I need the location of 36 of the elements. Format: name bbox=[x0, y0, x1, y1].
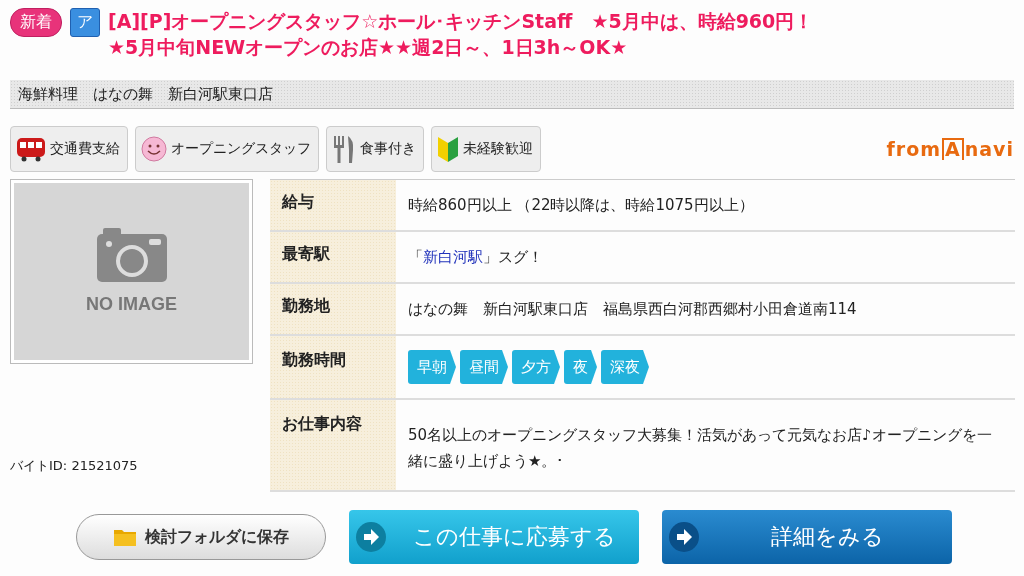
detail-label: 勤務時間 bbox=[270, 336, 396, 398]
logo: from A navi bbox=[886, 137, 1014, 160]
station-link[interactable]: 新白河駅 bbox=[423, 248, 483, 266]
job-id: バイトID: 21521075 bbox=[10, 457, 139, 475]
shift-tag: 早朝 bbox=[408, 350, 456, 384]
save-to-folder-button[interactable]: 検討フォルダに保存 bbox=[76, 514, 326, 560]
new-badge: 新着 bbox=[10, 8, 62, 37]
detail-label: 最寄駅 bbox=[270, 232, 396, 282]
folder-icon bbox=[113, 527, 137, 547]
tag-label: 食事付き bbox=[360, 139, 416, 158]
detail-label: お仕事内容 bbox=[270, 400, 396, 490]
type-badge: ア bbox=[70, 8, 100, 37]
job-title[interactable]: ★5月中旬NEWオープンのお店★★週2日～、1日3h～OK★ bbox=[108, 34, 814, 60]
shift-tag: 夕方 bbox=[512, 350, 560, 384]
detail-value: はなの舞 新白河駅東口店 福島県西白河郡西郷村小田倉道南114 bbox=[408, 299, 857, 320]
smiley-icon bbox=[141, 135, 167, 162]
detail-label: 給与 bbox=[270, 180, 396, 230]
shop-name: 海鮮料理 はなの舞 新白河駅東口店 bbox=[10, 80, 1014, 109]
tag-label: 未経験歓迎 bbox=[463, 139, 533, 158]
tag-label: オープニングスタッフ bbox=[171, 139, 311, 158]
shift-tag: 夜 bbox=[564, 350, 597, 384]
detail-value: 「新白河駅」スグ！ bbox=[408, 247, 543, 268]
job-title[interactable]: [A][P]オープニングスタッフ☆ホール･キッチンStaff ★5月中は、時給960円！ bbox=[108, 8, 814, 34]
shift-tag: 深夜 bbox=[601, 350, 649, 384]
detail-value: 時給860円以上 （22時以降は、時給1075円以上） bbox=[408, 195, 754, 216]
beginner-mark-icon bbox=[437, 134, 459, 163]
camera-icon bbox=[96, 228, 167, 282]
details-button[interactable]: 詳細をみる bbox=[662, 510, 952, 564]
detail-value: 50名以上のオープニングスタッフ大募集！活気があって元気なお店♪オープニングを一緒に盛り上げよう★。･ bbox=[408, 425, 993, 472]
no-image-label: NO IMAGE bbox=[86, 294, 177, 315]
detail-label: 勤務地 bbox=[270, 284, 396, 334]
apply-button[interactable]: この仕事に応募する bbox=[349, 510, 639, 564]
shift-tag: 昼間 bbox=[460, 350, 508, 384]
tag-label: 交通費支給 bbox=[50, 139, 120, 158]
fork-knife-icon bbox=[332, 133, 356, 164]
train-icon bbox=[16, 135, 46, 162]
